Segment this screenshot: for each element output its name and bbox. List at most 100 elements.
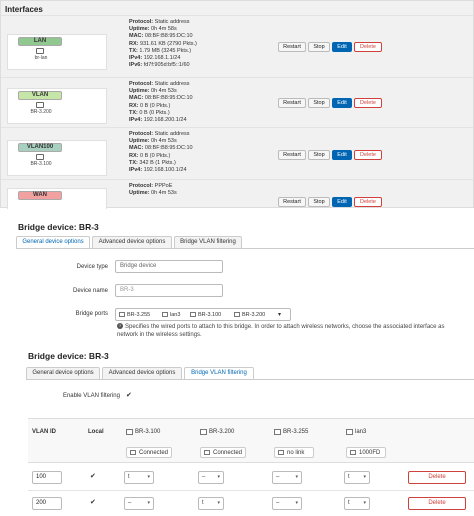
interface-badge-box: VLAN BR-3.200 <box>7 88 107 124</box>
dropdown-caret-icon: ▾ <box>278 312 282 318</box>
chevron-down-icon: ▾ <box>363 500 366 506</box>
interface-actions: Restart Stop Edit Delete <box>278 98 382 108</box>
device-type-select[interactable]: Bridge device <box>115 260 223 273</box>
tab-divider <box>26 379 474 380</box>
port-icon <box>130 449 136 455</box>
device-name-input[interactable]: BR-3 <box>115 284 223 297</box>
interface-device: BR-3.100 <box>30 161 52 167</box>
bridge-device-title: Bridge device: BR-3 <box>28 351 109 361</box>
vlan-row: 200 ✔ – ▾ t ▾ – ▾ t ▾ Delete <box>28 491 474 516</box>
chevron-down-icon: ▾ <box>363 474 366 480</box>
delete-button[interactable]: Delete <box>354 42 382 52</box>
port-icon <box>274 429 281 435</box>
delete-button[interactable]: Delete <box>354 197 382 207</box>
port-status: Connected <box>200 447 246 458</box>
chevron-down-icon: ▾ <box>147 500 150 506</box>
stop-button[interactable]: Stop <box>308 197 330 207</box>
restart-button[interactable]: Restart <box>278 98 306 108</box>
interface-badge-box: VLAN100 BR-3.100 <box>7 140 107 176</box>
port-membership-select[interactable]: t ▾ <box>124 471 154 484</box>
vlan-id-input[interactable]: 200 <box>32 497 62 510</box>
vlan-id-header: VLAN ID <box>32 429 56 435</box>
port-icon <box>190 312 196 317</box>
interface-row-vlan100: VLAN100 BR-3.100 Protocol: Static addres… <box>1 127 474 183</box>
interfaces-panel: Interfaces LAN br-lan Protocol: Static a… <box>0 0 474 209</box>
interface-row-wan: WAN Protocol: PPPoE Uptime: 0h 4m 53s Re… <box>1 179 474 209</box>
port-icon <box>350 449 356 455</box>
chevron-down-icon: ▾ <box>217 474 220 480</box>
edit-button[interactable]: Edit <box>332 197 352 207</box>
interface-badge-box: LAN br-lan <box>7 34 107 70</box>
vlan-id-input[interactable]: 100 <box>32 471 62 484</box>
vlan-row: 100 ✔ t ▾ – ▾ – ▾ t ▾ Delete <box>28 465 474 491</box>
bridge-ports-help: ? Specifies the wired ports to attach to … <box>117 323 445 338</box>
interface-badge: LAN <box>18 37 62 46</box>
bridge-device-title: Bridge device: BR-3 <box>18 222 99 232</box>
local-header: Local <box>88 429 104 435</box>
port-membership-select[interactable]: – ▾ <box>272 497 302 510</box>
port-membership-select[interactable]: – ▾ <box>198 471 224 484</box>
delete-vlan-button[interactable]: Delete <box>408 497 466 510</box>
port-status: 1000FD <box>346 447 386 458</box>
tab-divider <box>16 248 474 249</box>
delete-button[interactable]: Delete <box>354 98 382 108</box>
stop-button[interactable]: Stop <box>308 150 330 160</box>
vlan-table-header: VLAN ID Local BR-3.100 BR-3.200 BR-3.255… <box>28 419 474 463</box>
port-membership-select[interactable]: t ▾ <box>344 471 370 484</box>
local-checkbox[interactable]: ✔ <box>90 499 96 506</box>
stop-button[interactable]: Stop <box>308 98 330 108</box>
interface-actions: Restart Stop Edit Delete <box>278 42 382 52</box>
interface-actions: Restart Stop Edit Delete <box>278 197 382 207</box>
restart-button[interactable]: Restart <box>278 42 306 52</box>
port-membership-select[interactable]: – ▾ <box>272 471 302 484</box>
restart-button[interactable]: Restart <box>278 197 306 207</box>
interface-badge: VLAN100 <box>18 143 62 152</box>
interface-badge-box: WAN <box>7 188 107 209</box>
interface-details: Protocol: Static address Uptime: 0h 4m 5… <box>129 19 197 69</box>
port-icon <box>234 312 240 317</box>
restart-button[interactable]: Restart <box>278 150 306 160</box>
device-name-label: Device name <box>72 288 108 294</box>
device-type-label: Device type <box>76 264 108 270</box>
interface-details: Protocol: Static address Uptime: 0h 4m 5… <box>129 81 193 124</box>
interface-device: br-lan <box>34 55 48 61</box>
bridge-ports-select[interactable]: BR-3.255 lan3 BR-3.100 BR-3.200 ▾ <box>115 308 291 321</box>
port-membership-select[interactable]: t ▾ <box>198 497 224 510</box>
delete-button[interactable]: Delete <box>354 150 382 160</box>
stop-button[interactable]: Stop <box>308 42 330 52</box>
port-membership-select[interactable]: t ▾ <box>344 497 370 510</box>
chevron-down-icon: ▾ <box>217 500 220 506</box>
network-device-icon <box>36 102 44 108</box>
help-icon: ? <box>117 323 123 330</box>
port-icon <box>200 429 207 435</box>
edit-button[interactable]: Edit <box>332 42 352 52</box>
port-icon <box>346 429 353 435</box>
vlan-table: VLAN ID Local BR-3.100 BR-3.200 BR-3.255… <box>28 418 474 516</box>
interface-row-vlan: VLAN BR-3.200 Protocol: Static address U… <box>1 77 474 133</box>
bridge-ports-label: Bridge ports <box>75 311 108 317</box>
port-icon <box>278 449 284 455</box>
interface-badge: WAN <box>18 191 62 200</box>
port-icon <box>204 449 210 455</box>
enable-vlan-filtering-label: Enable VLAN filtering <box>62 393 120 399</box>
chevron-down-icon: ▾ <box>295 474 298 480</box>
interfaces-title: Interfaces <box>5 5 43 14</box>
chevron-down-icon: ▾ <box>147 474 150 480</box>
edit-button[interactable]: Edit <box>332 150 352 160</box>
port-icon <box>162 312 168 317</box>
edit-button[interactable]: Edit <box>332 98 352 108</box>
interface-badge: VLAN <box>18 91 62 100</box>
interface-details: Protocol: PPPoE Uptime: 0h 4m 53s <box>129 183 177 197</box>
enable-vlan-filtering-checkbox[interactable]: ✔ <box>126 392 132 399</box>
interface-actions: Restart Stop Edit Delete <box>278 150 382 160</box>
port-icon <box>126 429 133 435</box>
port-icon <box>119 312 125 317</box>
local-checkbox[interactable]: ✔ <box>90 473 96 480</box>
port-status: Connected <box>126 447 172 458</box>
delete-vlan-button[interactable]: Delete <box>408 471 466 484</box>
port-status: no link <box>274 447 314 458</box>
interface-details: Protocol: Static address Uptime: 0h 4m 5… <box>129 131 193 174</box>
chevron-down-icon: ▾ <box>295 500 298 506</box>
interface-device: BR-3.200 <box>30 109 52 115</box>
port-membership-select[interactable]: – ▾ <box>124 497 154 510</box>
